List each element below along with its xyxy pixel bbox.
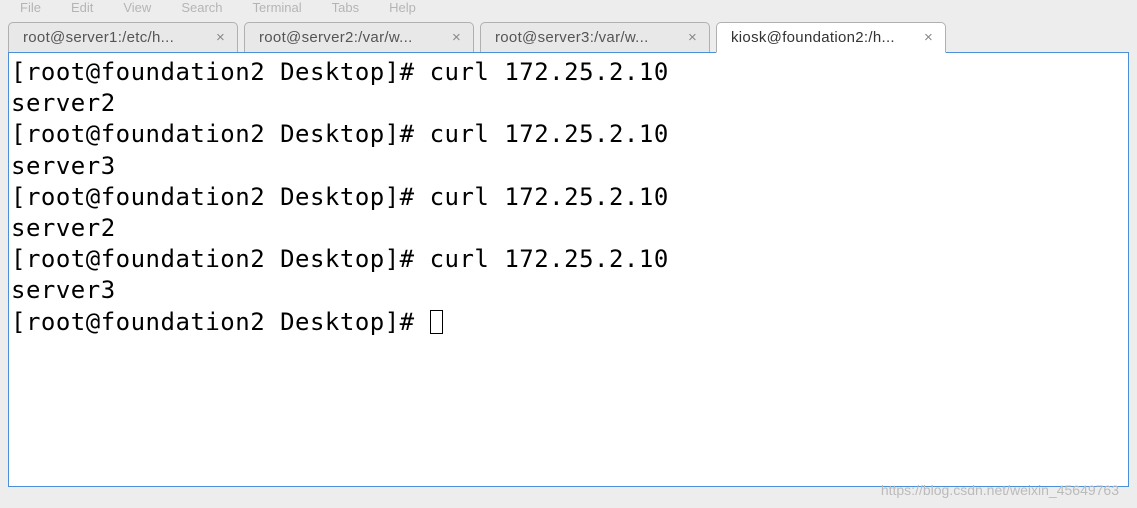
terminal-line: server3 [11,275,1126,306]
menu-view[interactable]: View [123,0,151,15]
tab-server2[interactable]: root@server2:/var/w... × [244,22,474,53]
close-icon[interactable]: × [214,29,227,46]
cursor-icon [430,310,443,334]
terminal-line: [root@foundation2 Desktop]# curl 172.25.… [11,182,1126,213]
tab-bar: root@server1:/etc/h... × root@server2:/v… [0,18,1137,53]
menu-bar: File Edit View Search Terminal Tabs Help [0,0,1137,18]
terminal-line: server3 [11,151,1126,182]
terminal-prompt: [root@foundation2 Desktop]# [11,308,430,336]
menu-search[interactable]: Search [181,0,222,15]
tab-label: root@server2:/var/w... [259,29,440,46]
terminal-line: [root@foundation2 Desktop]# curl 172.25.… [11,244,1126,275]
tab-foundation2[interactable]: kiosk@foundation2:/h... × [716,22,946,53]
terminal-prompt-line: [root@foundation2 Desktop]# [11,307,1126,338]
menu-terminal[interactable]: Terminal [253,0,302,15]
close-icon[interactable]: × [686,29,699,46]
tab-label: root@server1:/etc/h... [23,29,204,46]
tab-label: kiosk@foundation2:/h... [731,29,912,46]
terminal-line: server2 [11,213,1126,244]
menu-tabs[interactable]: Tabs [332,0,359,15]
terminal-line: server2 [11,88,1126,119]
close-icon[interactable]: × [922,29,935,46]
terminal-line: [root@foundation2 Desktop]# curl 172.25.… [11,119,1126,150]
menu-file[interactable]: File [20,0,41,15]
close-icon[interactable]: × [450,29,463,46]
menu-edit[interactable]: Edit [71,0,93,15]
tab-label: root@server3:/var/w... [495,29,676,46]
tab-server1[interactable]: root@server1:/etc/h... × [8,22,238,53]
menu-help[interactable]: Help [389,0,416,15]
terminal-output[interactable]: [root@foundation2 Desktop]# curl 172.25.… [8,52,1129,487]
terminal-line: [root@foundation2 Desktop]# curl 172.25.… [11,57,1126,88]
tab-server3[interactable]: root@server3:/var/w... × [480,22,710,53]
